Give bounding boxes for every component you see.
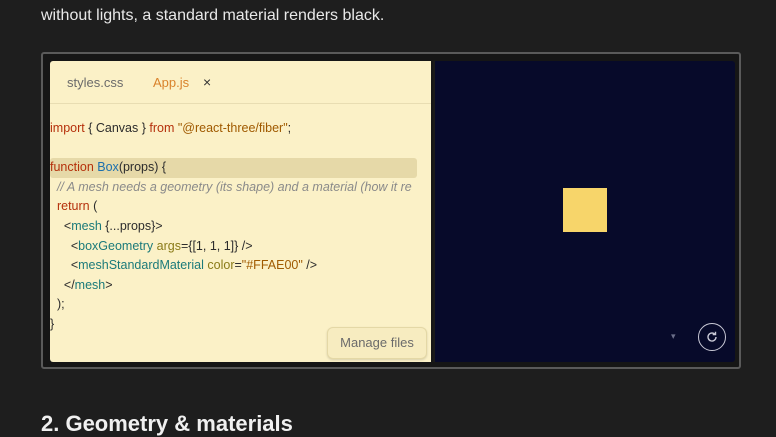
code-line: <meshStandardMaterial color="#FFAE00" /> bbox=[50, 258, 318, 273]
yellow-cube bbox=[563, 188, 607, 232]
tab-styles-css[interactable]: styles.css bbox=[67, 75, 123, 90]
section-heading: 2. Geometry & materials bbox=[41, 411, 293, 436]
editor-tabs: styles.css App.js × bbox=[50, 61, 431, 104]
tab-app-js[interactable]: App.js bbox=[153, 75, 189, 90]
code-content[interactable]: import { Canvas } from "@react-three/fib… bbox=[50, 119, 417, 335]
intro-text: without lights, a standard material rend… bbox=[41, 0, 384, 34]
code-line: return ( bbox=[56, 199, 98, 214]
render-preview: ▾ bbox=[433, 61, 735, 362]
code-line-highlighted: function Box(props) { bbox=[50, 158, 417, 178]
manage-files-button[interactable]: Manage files bbox=[327, 327, 427, 359]
code-line: <mesh {...props}> bbox=[50, 218, 163, 233]
chevron-down-icon[interactable]: ▾ bbox=[671, 331, 676, 342]
code-line: <boxGeometry args={[1, 1, 1]} /> bbox=[50, 238, 253, 253]
code-line: </mesh> bbox=[50, 277, 113, 292]
code-line: // A mesh needs a geometry (its shape) a… bbox=[56, 179, 412, 194]
code-sandbox: styles.css App.js × import { Canvas } fr… bbox=[41, 52, 741, 369]
refresh-icon bbox=[707, 331, 717, 342]
refresh-button[interactable] bbox=[698, 323, 726, 351]
code-line: import { Canvas } from "@react-three/fib… bbox=[50, 121, 292, 135]
code-editor: styles.css App.js × import { Canvas } fr… bbox=[50, 61, 431, 362]
close-tab-icon[interactable]: × bbox=[203, 74, 211, 90]
intro-line: without lights, a standard material rend… bbox=[41, 7, 385, 24]
code-line: ); bbox=[50, 297, 65, 312]
